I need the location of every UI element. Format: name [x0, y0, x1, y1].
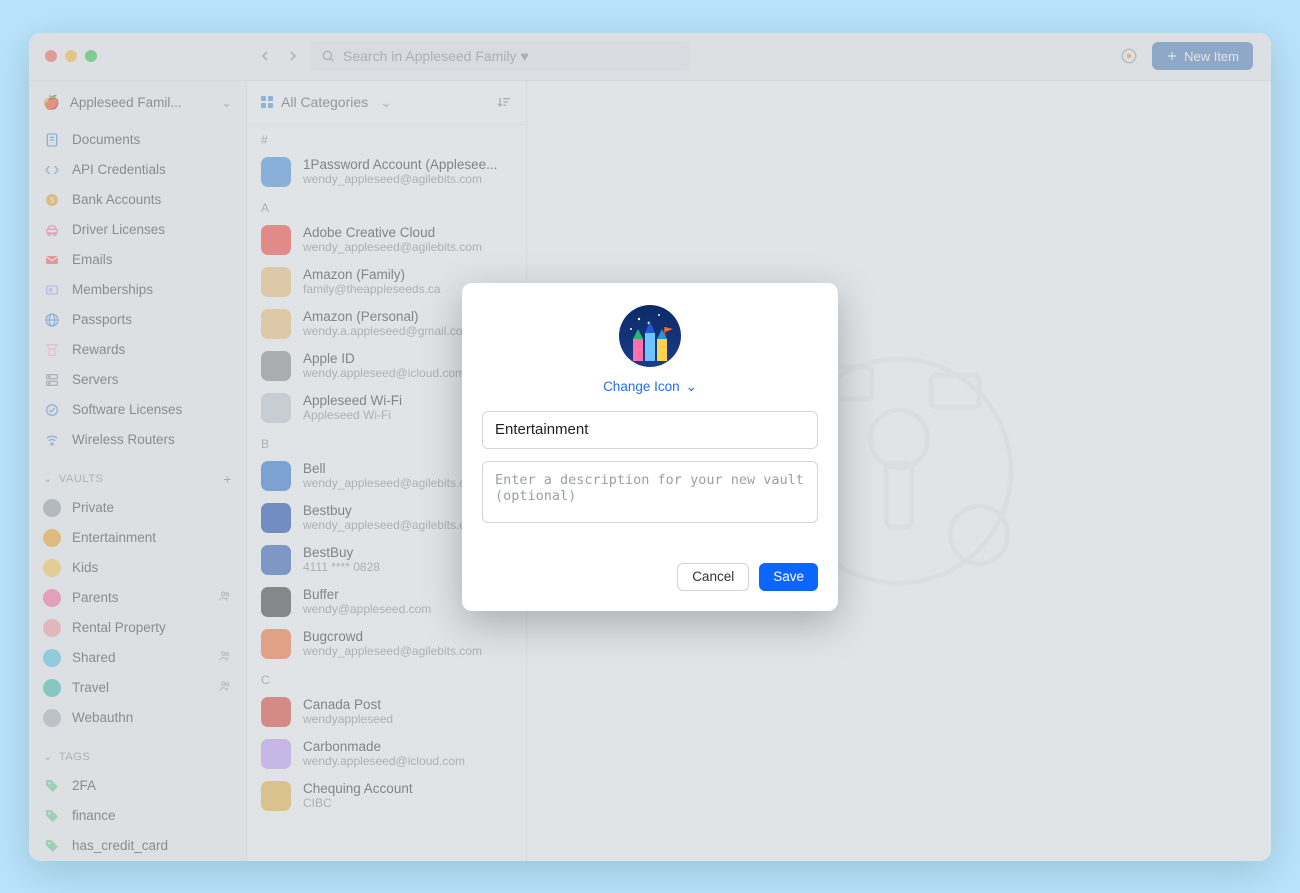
- chevron-down-icon: ⌄: [686, 379, 697, 395]
- castle-icon: [619, 305, 681, 367]
- vault-icon-preview: [619, 305, 681, 367]
- app-window: Search in Appleseed Family ♥ New Item 🍎 …: [29, 33, 1271, 861]
- new-vault-modal: Change Icon ⌄ Cancel Save: [462, 283, 838, 611]
- save-button[interactable]: Save: [759, 563, 818, 591]
- cancel-button[interactable]: Cancel: [677, 563, 749, 591]
- vault-description-input[interactable]: [482, 461, 818, 523]
- change-icon-label: Change Icon: [603, 379, 680, 394]
- change-icon-button[interactable]: Change Icon ⌄: [603, 379, 697, 395]
- vault-name-input[interactable]: [482, 411, 818, 449]
